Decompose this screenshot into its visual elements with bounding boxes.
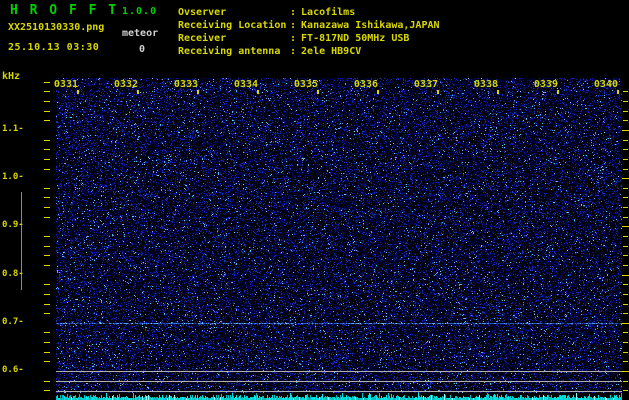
info-colon: : xyxy=(290,7,297,18)
time-tick-label: 0338 xyxy=(473,79,498,90)
station-info-row: Receiving antenna:2ele HB9CV xyxy=(178,45,440,58)
time-tick-label: 0332 xyxy=(113,79,138,90)
time-tick-label: 0337 xyxy=(413,79,438,90)
station-info-row: Ovserver: Lacofilms xyxy=(178,6,440,19)
freq-axis-unit: kHz xyxy=(2,71,21,82)
info-value: Lacofilms xyxy=(301,7,356,18)
info-label: Ovserver xyxy=(178,7,227,18)
freq-tick-label: 0.8- xyxy=(2,269,24,279)
station-info-block: Ovserver: Lacofilms Receiving Location: Kan… xyxy=(178,6,440,58)
time-tick-label: 0339 xyxy=(533,79,558,90)
station-info-row: Receiving Location: Kanazawa Ishikawa,JAP… xyxy=(178,19,440,32)
time-tick-label: 0335 xyxy=(293,79,318,90)
app-version: 1.0.0 xyxy=(122,6,158,17)
app-title: H R O F F T xyxy=(10,3,119,18)
time-tick-label: 0333 xyxy=(173,79,198,90)
info-value: Kanazawa Ishikawa,JAPAN xyxy=(301,20,440,31)
freq-tick-label: 1.0- xyxy=(2,172,24,182)
info-colon: : xyxy=(290,20,297,31)
info-value: FT-817ND 50MHz USB xyxy=(301,33,410,44)
meteor-count-value: 0 xyxy=(139,44,146,55)
freq-tick-label: 1.1- xyxy=(2,124,24,134)
freq-tick-label: 0.7- xyxy=(2,317,24,327)
info-label: Receiving Location xyxy=(178,20,287,31)
time-tick-label: 0334 xyxy=(233,79,258,90)
info-colon: : xyxy=(290,33,297,44)
datetime-label: 25.10.13 03:30 xyxy=(8,42,100,53)
time-tick-label: 0340 xyxy=(593,79,618,90)
info-label: Receiver xyxy=(178,33,227,44)
station-info-row: Receiver: FT-817ND 50MHz USB xyxy=(178,32,440,45)
time-tick-label: 0336 xyxy=(353,79,378,90)
meteor-count-label: meteor xyxy=(122,28,159,39)
hrofft-window: H R O F F T 1.0.0 XX2510130330.png meteo… xyxy=(0,0,629,400)
freq-tick-label: 0.9- xyxy=(2,220,24,230)
info-colon: : xyxy=(290,46,297,57)
info-label: Receiving antenna xyxy=(178,46,281,57)
freq-tick-label: 0.6- xyxy=(2,365,24,375)
spectrogram-canvas xyxy=(0,0,629,400)
output-filename: XX2510130330.png xyxy=(8,22,105,33)
time-tick-label: 0331 xyxy=(53,79,78,90)
info-value: 2ele HB9CV xyxy=(301,46,362,57)
